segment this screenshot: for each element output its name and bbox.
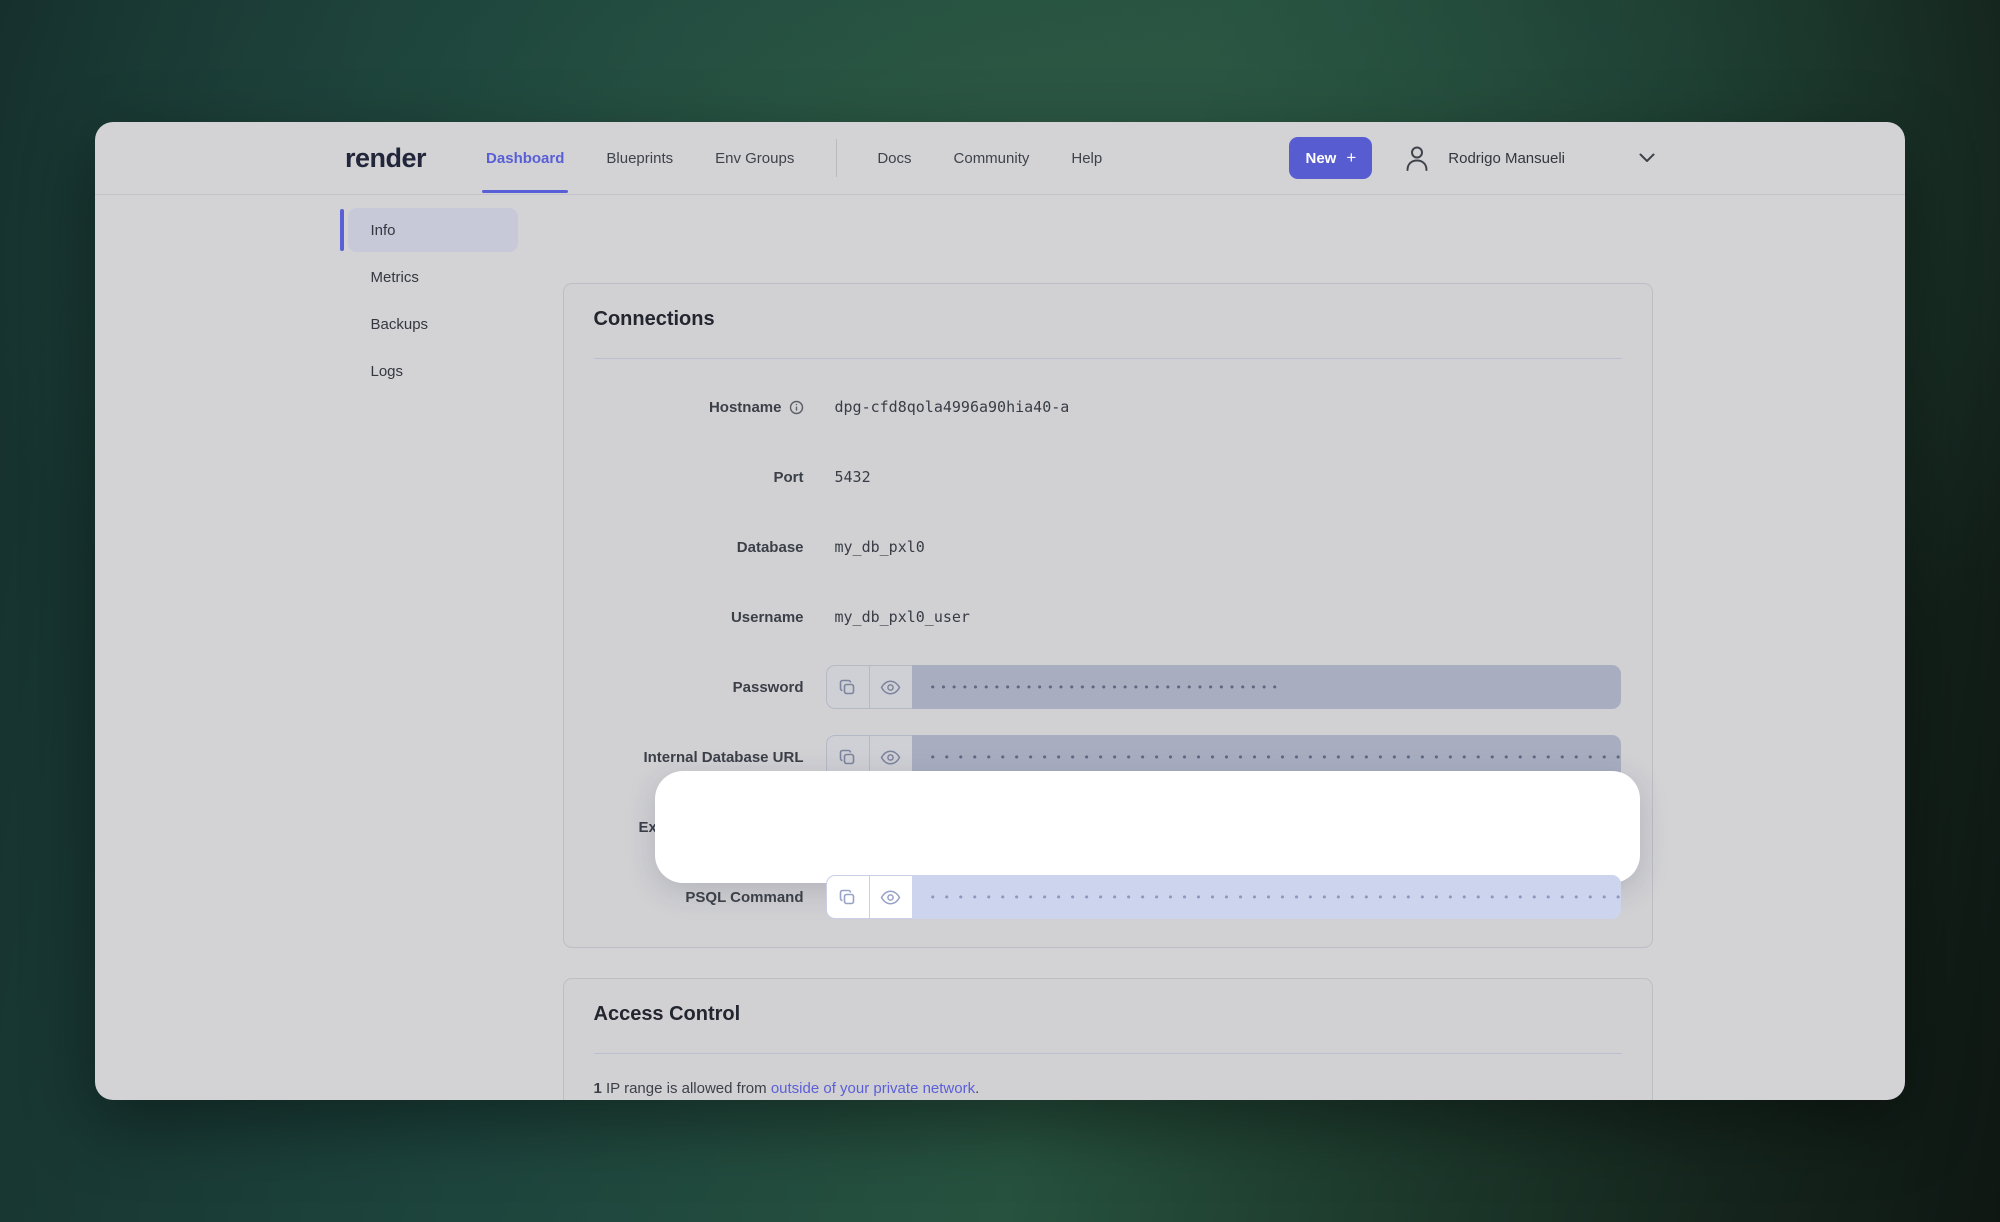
- sidebar-item-label: Backups: [371, 316, 429, 333]
- page-content: Info Metrics Backups Logs Connections Hostn…: [348, 195, 1653, 1100]
- main-column: Connections Hostname dpg-cfd8qola4996a90…: [563, 195, 1653, 1100]
- row-label: Internal Database URL: [594, 749, 804, 766]
- masked-value-dots: ••••••••••••••••••••••••••••••••••••••••…: [930, 891, 1621, 904]
- sidebar-item-label: Info: [371, 222, 396, 239]
- divider: [594, 1053, 1622, 1054]
- row-value-area: 5432: [826, 455, 1622, 499]
- ip-range-text: IP range is allowed from: [602, 1080, 771, 1097]
- copy-button[interactable]: [827, 876, 869, 918]
- desktop-background: { "header": { "logo": "render", "nav": […: [0, 0, 2000, 1222]
- main-nav: Dashboard Blueprints Env Groups Docs Communi…: [486, 122, 1144, 194]
- sidebar-item-label: Metrics: [371, 269, 419, 286]
- row-label: Hostname: [594, 399, 804, 416]
- copy-button[interactable]: [827, 666, 869, 708]
- row-label-text: Password: [733, 679, 804, 696]
- connection-row-psql-command: PSQL Command •••••••••••••••••••••••••••…: [594, 875, 1622, 919]
- nav-item-blueprints[interactable]: Blueprints: [606, 150, 673, 167]
- row-label: Database: [594, 539, 804, 556]
- chevron-down-icon[interactable]: [1639, 153, 1655, 163]
- nav-item-community[interactable]: Community: [954, 150, 1030, 167]
- row-label: Port: [594, 469, 804, 486]
- nav-separator: [836, 139, 837, 177]
- reveal-button[interactable]: [869, 876, 912, 918]
- row-value-area: my_db_pxl0: [826, 525, 1622, 569]
- row-label-text: Database: [737, 539, 804, 556]
- connection-row-port: Port 5432: [594, 455, 1622, 499]
- nav-item-dashboard[interactable]: Dashboard: [486, 150, 564, 167]
- sidebar-item-logs[interactable]: Logs: [348, 349, 518, 393]
- sidebar-item-backups[interactable]: Backups: [348, 302, 518, 346]
- row-label-text: Port: [774, 469, 804, 486]
- masked-value-dots: ••••••••••••••••••••••••••••••••••••••••…: [930, 751, 1621, 764]
- nav-item-docs[interactable]: Docs: [877, 150, 911, 167]
- info-icon[interactable]: [789, 400, 804, 415]
- row-value-area: •••••••••••••••••••••••••••••••••: [826, 665, 1622, 709]
- masked-value-box[interactable]: ••••••••••••••••••••••••••••••••••••••••…: [912, 875, 1621, 919]
- masked-value-box[interactable]: •••••••••••••••••••••••••••••••••: [912, 665, 1621, 709]
- divider: [594, 358, 1622, 359]
- sidebar-item-metrics[interactable]: Metrics: [348, 255, 518, 299]
- row-label: Password: [594, 679, 804, 696]
- service-sidebar: Info Metrics Backups Logs: [348, 208, 518, 396]
- row-value-area: my_db_pxl0_user: [826, 595, 1622, 639]
- field-actions: [826, 665, 912, 709]
- secret-field: •••••••••••••••••••••••••••••••••: [826, 665, 1621, 709]
- ip-range-sentence: 1 IP range is allowed from outside of yo…: [594, 1080, 1622, 1097]
- nav-item-help[interactable]: Help: [1071, 150, 1102, 167]
- row-label-text: Username: [731, 609, 804, 626]
- access-control-card: Access Control 1 IP range is allowed fro…: [563, 978, 1653, 1100]
- connections-title: Connections: [594, 284, 1622, 331]
- row-label-text: PSQL Command: [685, 889, 803, 906]
- top-navigation-bar: render Dashboard Blueprints Env Groups Docs…: [95, 122, 1905, 195]
- reveal-button[interactable]: [869, 666, 912, 708]
- user-avatar-icon[interactable]: [1404, 144, 1430, 172]
- secret-field: ••••••••••••••••••••••••••••••••••••••••…: [826, 875, 1621, 919]
- connection-row-username: Username my_db_pxl0_user: [594, 595, 1622, 639]
- row-label: PSQL Command: [594, 889, 804, 906]
- access-control-title: Access Control: [594, 979, 1622, 1026]
- row-label: Username: [594, 609, 804, 626]
- user-name[interactable]: Rodrigo Mansueli: [1448, 150, 1565, 167]
- field-actions: [826, 875, 912, 919]
- row-label-text: Internal Database URL: [643, 749, 803, 766]
- render-logo[interactable]: render: [345, 143, 426, 174]
- new-button[interactable]: New +: [1289, 137, 1372, 179]
- row-value: my_db_pxl0: [835, 538, 925, 556]
- row-value-area: ••••••••••••••••••••••••••••••••••••••••…: [826, 875, 1622, 919]
- connection-row-password: Password •••••••••••••••••••••••••••••••…: [594, 665, 1622, 709]
- period: .: [975, 1080, 979, 1097]
- masked-value-dots: •••••••••••••••••••••••••••••••••: [930, 681, 1283, 694]
- plus-icon: +: [1346, 148, 1356, 168]
- connection-row-database: Database my_db_pxl0: [594, 525, 1622, 569]
- row-value-area: dpg-cfd8qola4996a90hia40-a: [826, 385, 1622, 429]
- app-window: render Dashboard Blueprints Env Groups Docs…: [95, 122, 1905, 1100]
- row-value: my_db_pxl0_user: [835, 608, 970, 626]
- new-button-label: New: [1305, 150, 1336, 167]
- ip-range-count: 1: [594, 1080, 602, 1097]
- connection-row-hostname: Hostname dpg-cfd8qola4996a90hia40-a: [594, 385, 1622, 429]
- nav-item-env-groups[interactable]: Env Groups: [715, 150, 794, 167]
- sidebar-item-label: Logs: [371, 363, 404, 380]
- row-label-text: Hostname: [709, 399, 782, 416]
- private-network-link[interactable]: outside of your private network: [771, 1080, 975, 1097]
- sidebar-item-info[interactable]: Info: [348, 208, 518, 252]
- row-value: 5432: [835, 468, 871, 486]
- spotlight-highlight: [655, 771, 1640, 883]
- row-value: dpg-cfd8qola4996a90hia40-a: [835, 398, 1070, 416]
